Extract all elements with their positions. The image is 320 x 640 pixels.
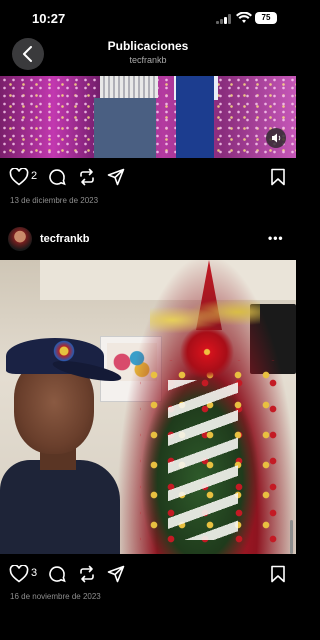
heart-icon[interactable] [9, 168, 29, 186]
post-date: 16 de noviembre de 2023 [10, 592, 101, 601]
share-icon[interactable] [107, 168, 125, 186]
battery-icon: 75 [255, 12, 277, 24]
repost-icon[interactable] [78, 168, 96, 186]
signal-icon [216, 14, 232, 24]
post-1-actions: 2 [0, 164, 296, 190]
wifi-icon [236, 12, 252, 23]
heart-icon[interactable] [9, 565, 29, 583]
comment-icon[interactable] [48, 565, 66, 583]
post-2-actions: 3 [0, 561, 296, 587]
post-1-media[interactable] [0, 76, 296, 158]
repost-icon[interactable] [78, 565, 96, 583]
bookmark-icon[interactable] [270, 168, 286, 186]
scroll-indicator[interactable] [290, 520, 293, 554]
comment-icon[interactable] [48, 168, 66, 186]
more-icon[interactable]: ••• [268, 231, 284, 245]
status-time: 10:27 [32, 11, 66, 26]
sound-button[interactable] [266, 128, 286, 148]
post-2-media[interactable] [0, 260, 296, 554]
header: Publicaciones tecfrankb [0, 30, 296, 74]
avatar[interactable] [8, 227, 32, 251]
share-icon[interactable] [107, 565, 125, 583]
like-count[interactable]: 3 [31, 567, 37, 579]
bookmark-icon[interactable] [270, 565, 286, 583]
username[interactable]: tecfrankb [40, 233, 90, 245]
page-title: Publicaciones [107, 39, 189, 53]
post-2-header: tecfrankb ••• [0, 225, 296, 253]
post-date: 13 de diciembre de 2023 [10, 196, 99, 205]
page-subtitle: tecfrankb [129, 55, 167, 65]
sound-icon [272, 133, 281, 143]
like-count[interactable]: 2 [31, 170, 37, 182]
